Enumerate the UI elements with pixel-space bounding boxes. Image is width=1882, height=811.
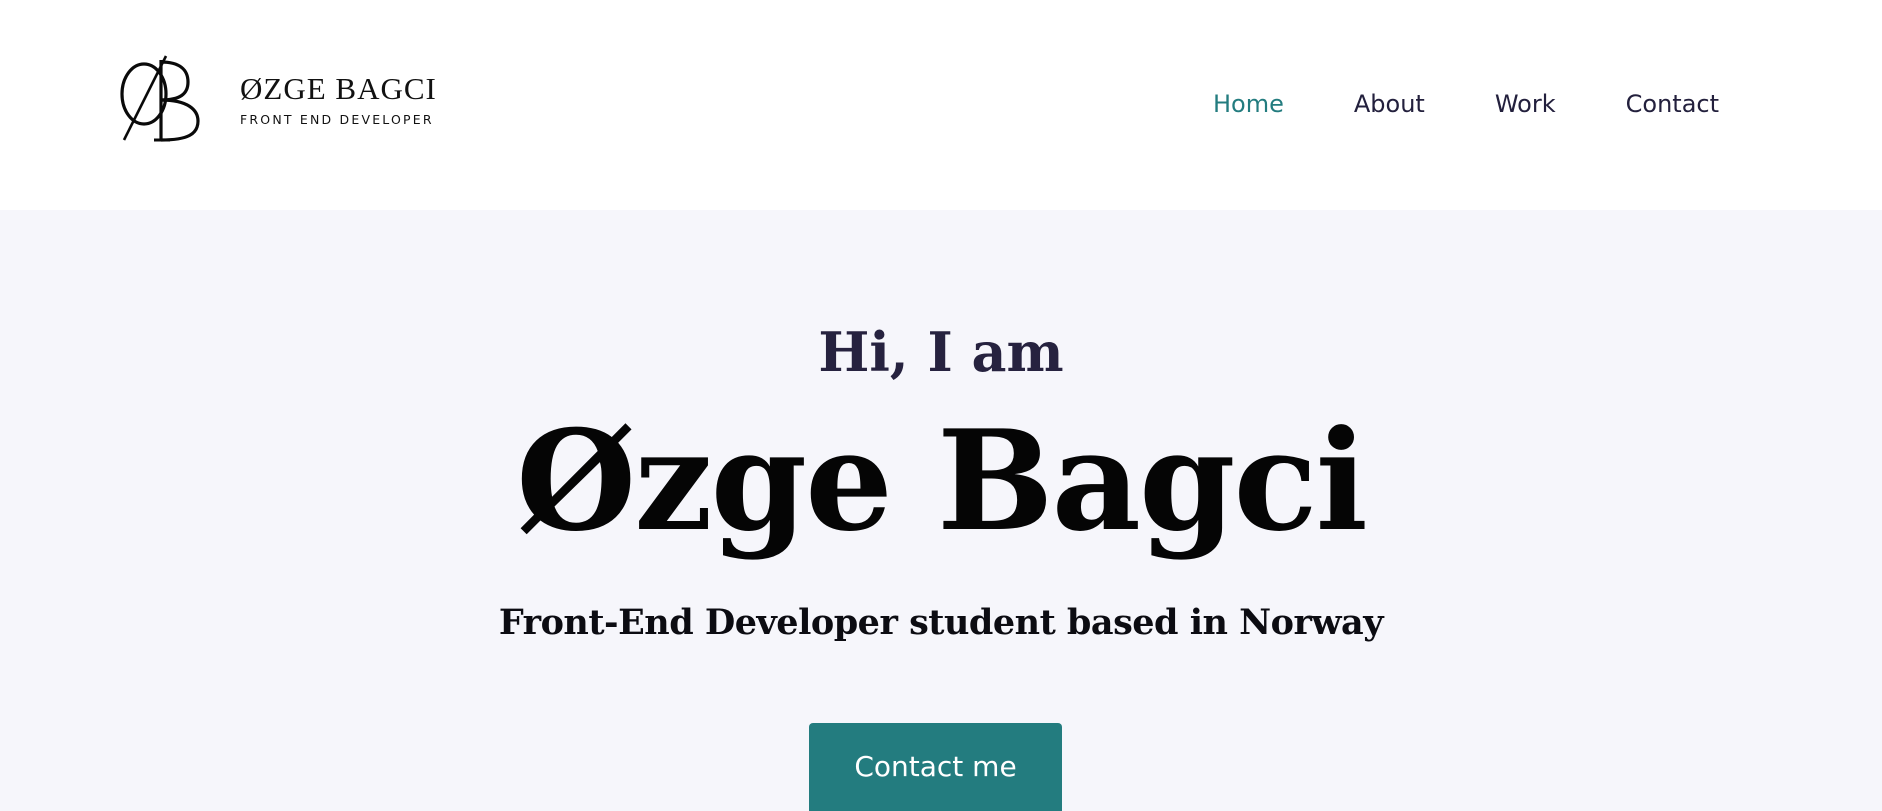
hero-tagline: Front-End Developer student based in Nor… — [498, 602, 1384, 643]
brand-logo[interactable]: ØZGE BAGCI FRONT END DEVELOPER — [118, 54, 437, 144]
contact-me-button[interactable]: Contact me — [809, 723, 1062, 811]
nav-contact-link[interactable]: Contact — [1626, 86, 1719, 122]
hero-greeting: Hi, I am — [818, 320, 1064, 384]
nav-work-link[interactable]: Work — [1495, 86, 1556, 122]
hero-section: Hi, I am Øzge Bagci Front-End Developer … — [0, 210, 1882, 811]
brand-name: ØZGE BAGCI — [240, 70, 437, 106]
nav-home-link[interactable]: Home — [1213, 86, 1284, 122]
nav-about-link[interactable]: About — [1354, 86, 1425, 122]
ob-monogram-icon — [120, 55, 200, 142]
brand-text: ØZGE BAGCI FRONT END DEVELOPER — [240, 70, 437, 127]
hero-name: Øzge Bagci — [516, 399, 1368, 562]
main-nav: Home About Work Contact — [1143, 86, 1719, 122]
site-header: ØZGE BAGCI FRONT END DEVELOPER Home Abou… — [0, 0, 1882, 210]
brand-subtitle: FRONT END DEVELOPER — [240, 111, 434, 127]
